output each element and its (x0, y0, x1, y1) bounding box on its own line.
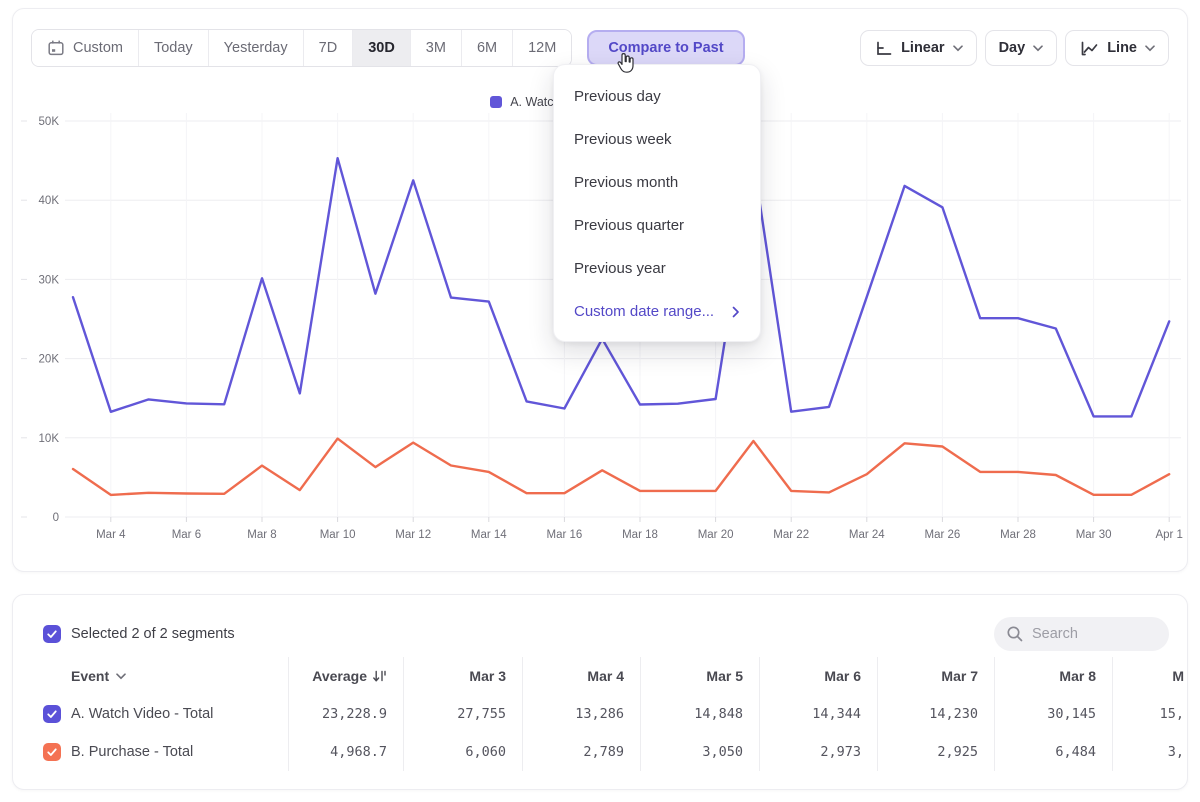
compare-to-past-menu: Previous day Previous week Previous mont… (553, 64, 761, 342)
table-header-row: Event Average Mar 3 Mar 4 Mar 5 Mar 6 Ma… (43, 657, 1187, 695)
row-checkbox[interactable] (43, 705, 61, 723)
table-cell: 13,286 (522, 695, 640, 733)
svg-text:30K: 30K (39, 274, 60, 286)
svg-text:Mar 16: Mar 16 (547, 529, 583, 541)
svg-text:Mar 4: Mar 4 (96, 529, 126, 541)
table-cell-clipped: 15, (1112, 695, 1188, 733)
svg-text:0: 0 (53, 512, 59, 524)
range-6m-button[interactable]: 6M (461, 30, 512, 66)
compare-to-past-button[interactable]: Compare to Past (587, 30, 744, 66)
svg-text:Apr 1: Apr 1 (1155, 529, 1183, 541)
select-all-checkbox[interactable] (43, 625, 61, 643)
svg-text:40K: 40K (39, 195, 60, 207)
menu-item-previous-month[interactable]: Previous month (554, 161, 760, 204)
analytics-dashboard: Custom Today Yesterday 7D 30D 3M 6M 12M … (0, 0, 1200, 802)
chart-toolbar: Custom Today Yesterday 7D 30D 3M 6M 12M … (13, 9, 1187, 67)
range-12m-button[interactable]: 12M (512, 30, 571, 66)
range-custom-button[interactable]: Custom (32, 30, 138, 66)
svg-text:Mar 18: Mar 18 (622, 529, 658, 541)
range-label: Custom (73, 40, 123, 56)
svg-text:Mar 28: Mar 28 (1000, 529, 1036, 541)
date-column-header: Mar 5 (640, 657, 759, 695)
line-chart-icon (1079, 40, 1099, 57)
segments-bar: Selected 2 of 2 segments (13, 595, 1187, 657)
search-box (994, 617, 1169, 651)
average-column-header[interactable]: Average (288, 657, 403, 695)
svg-text:Mar 8: Mar 8 (247, 529, 276, 541)
legend-swatch (490, 96, 502, 108)
table-cell: 3,050 (640, 733, 759, 771)
table-cell: 27,755 (403, 695, 522, 733)
range-yesterday-button[interactable]: Yesterday (208, 30, 303, 66)
calendar-icon (47, 39, 65, 57)
table-cell: 23,228.9 (288, 695, 403, 733)
table-cell: 4,968.7 (288, 733, 403, 771)
svg-text:Mar 20: Mar 20 (698, 529, 734, 541)
check-icon (46, 746, 58, 758)
range-7d-button[interactable]: 7D (303, 30, 353, 66)
svg-text:50K: 50K (39, 116, 60, 128)
menu-item-previous-year[interactable]: Previous year (554, 247, 760, 290)
svg-text:Mar 24: Mar 24 (849, 529, 885, 541)
table-cell: 14,848 (640, 695, 759, 733)
date-column-header-clipped: M (1112, 657, 1188, 695)
chevron-right-icon (732, 306, 740, 318)
linear-scale-icon (874, 40, 893, 57)
date-column-header: Mar 4 (522, 657, 640, 695)
event-label: A. Watch Video - Total (71, 706, 213, 722)
svg-text:Mar 10: Mar 10 (320, 529, 356, 541)
table-cell: 2,789 (522, 733, 640, 771)
event-label: B. Purchase - Total (71, 744, 193, 760)
row-checkbox[interactable] (43, 743, 61, 761)
range-today-button[interactable]: Today (138, 30, 208, 66)
interval-select-button[interactable]: Day (985, 30, 1058, 66)
table-cell: 2,925 (877, 733, 994, 771)
menu-item-previous-day[interactable]: Previous day (554, 75, 760, 118)
check-icon (46, 628, 58, 640)
svg-text:Mar 22: Mar 22 (773, 529, 809, 541)
date-column-header: Mar 6 (759, 657, 877, 695)
chevron-down-icon (953, 45, 963, 52)
table-cell-clipped: 3, (1112, 733, 1188, 771)
event-cell: A. Watch Video - Total (43, 695, 288, 733)
table-row-purchase[interactable]: B. Purchase - Total 4,968.7 6,060 2,789 … (43, 733, 1187, 771)
svg-text:Mar 26: Mar 26 (925, 529, 961, 541)
scale-select-button[interactable]: Linear (860, 30, 977, 66)
event-cell: B. Purchase - Total (43, 733, 288, 771)
sort-descending-icon (372, 669, 387, 683)
event-column-header[interactable]: Event (43, 657, 288, 695)
menu-item-previous-quarter[interactable]: Previous quarter (554, 204, 760, 247)
table-cell: 14,344 (759, 695, 877, 733)
table-row-watch-video[interactable]: A. Watch Video - Total 23,228.9 27,755 1… (43, 695, 1187, 733)
chevron-down-icon (1033, 45, 1043, 52)
chevron-down-icon (1145, 45, 1155, 52)
range-30d-button[interactable]: 30D (352, 30, 410, 66)
date-column-header: Mar 7 (877, 657, 994, 695)
svg-text:Mar 30: Mar 30 (1076, 529, 1112, 541)
table-cell: 6,060 (403, 733, 522, 771)
svg-text:Mar 12: Mar 12 (395, 529, 431, 541)
table-cell: 6,484 (994, 733, 1112, 771)
date-column-header: Mar 8 (994, 657, 1112, 695)
table-cell: 30,145 (994, 695, 1112, 733)
search-icon (1006, 625, 1024, 643)
menu-item-custom-date-range[interactable]: Custom date range... (554, 290, 760, 333)
date-range-control: Custom Today Yesterday 7D 30D 3M 6M 12M (31, 29, 572, 67)
table-cell: 2,973 (759, 733, 877, 771)
range-3m-button[interactable]: 3M (410, 30, 461, 66)
segments-count-label: Selected 2 of 2 segments (71, 626, 235, 642)
svg-text:10K: 10K (39, 433, 60, 445)
svg-text:Mar 6: Mar 6 (172, 529, 201, 541)
svg-text:20K: 20K (39, 354, 60, 366)
date-column-header: Mar 3 (403, 657, 522, 695)
chart-type-select-button[interactable]: Line (1065, 30, 1169, 66)
segments-table-card: Selected 2 of 2 segments Event Average (12, 594, 1188, 790)
svg-text:Mar 14: Mar 14 (471, 529, 507, 541)
menu-item-previous-week[interactable]: Previous week (554, 118, 760, 161)
table-cell: 14,230 (877, 695, 994, 733)
chevron-down-icon (116, 673, 126, 680)
check-icon (46, 708, 58, 720)
